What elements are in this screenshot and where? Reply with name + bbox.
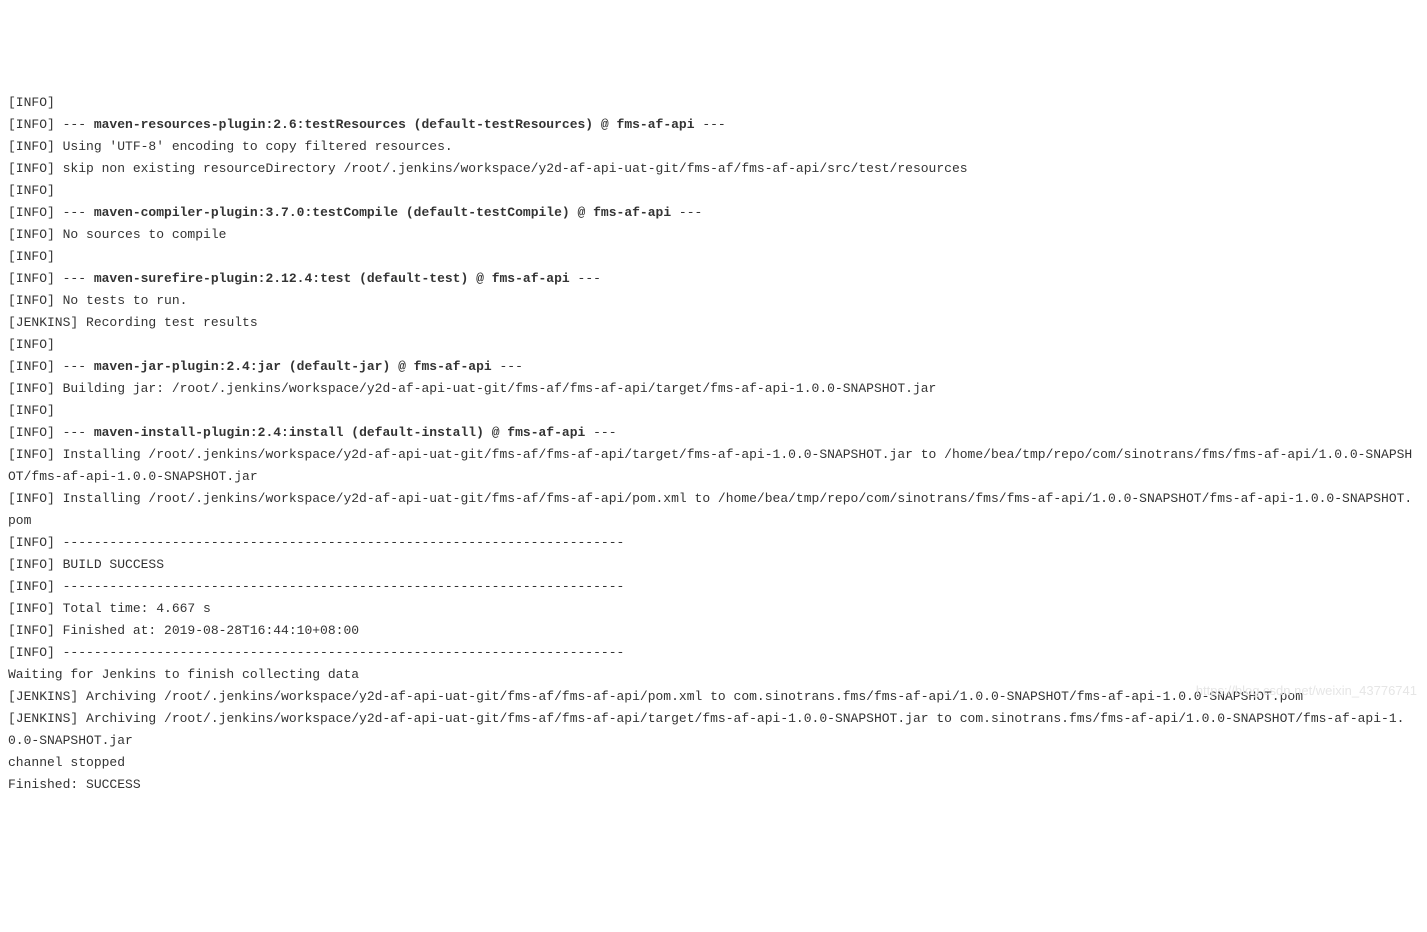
log-prefix: [INFO] bbox=[8, 359, 63, 374]
log-prefix: [INFO] bbox=[8, 579, 63, 594]
log-prefix: [INFO] bbox=[8, 337, 63, 352]
log-line: [INFO] bbox=[8, 334, 1419, 356]
log-line: Waiting for Jenkins to finish collecting… bbox=[8, 664, 1419, 686]
log-line: [INFO] ---------------------------------… bbox=[8, 576, 1419, 598]
log-text: ----------------------------------------… bbox=[63, 645, 625, 660]
log-prefix: [INFO] bbox=[8, 139, 63, 154]
log-text: --- bbox=[63, 117, 94, 132]
log-text: Total time: 4.667 s bbox=[63, 601, 211, 616]
log-line: [INFO] Finished at: 2019-08-28T16:44:10+… bbox=[8, 620, 1419, 642]
log-line: [INFO] bbox=[8, 92, 1419, 114]
log-line: channel stopped bbox=[8, 752, 1419, 774]
log-text: Using 'UTF-8' encoding to copy filtered … bbox=[63, 139, 453, 154]
log-line: [INFO] --- maven-jar-plugin:2.4:jar (def… bbox=[8, 356, 1419, 378]
log-line: [INFO] --- maven-resources-plugin:2.6:te… bbox=[8, 114, 1419, 136]
log-line: [INFO] Building jar: /root/.jenkins/work… bbox=[8, 378, 1419, 400]
log-prefix: [JENKINS] bbox=[8, 315, 86, 330]
log-plugin-goal: maven-surefire-plugin:2.12.4:test (defau… bbox=[94, 271, 570, 286]
log-line: [JENKINS] Archiving /root/.jenkins/works… bbox=[8, 686, 1419, 708]
log-plugin-goal: maven-jar-plugin:2.4:jar (default-jar) @… bbox=[94, 359, 492, 374]
log-line: [INFO] No sources to compile bbox=[8, 224, 1419, 246]
log-text: --- bbox=[63, 359, 94, 374]
log-line: [INFO] Installing /root/.jenkins/workspa… bbox=[8, 488, 1419, 532]
log-line: [INFO] bbox=[8, 246, 1419, 268]
log-prefix: [INFO] bbox=[8, 557, 63, 572]
log-prefix: [INFO] bbox=[8, 117, 63, 132]
log-line: [INFO] skip non existing resourceDirecto… bbox=[8, 158, 1419, 180]
console-output: [INFO] [INFO] --- maven-resources-plugin… bbox=[8, 92, 1419, 796]
log-prefix: [INFO] bbox=[8, 271, 63, 286]
log-text: --- bbox=[695, 117, 726, 132]
log-text: Building jar: /root/.jenkins/workspace/y… bbox=[63, 381, 937, 396]
log-prefix: [INFO] bbox=[8, 293, 63, 308]
log-text: BUILD SUCCESS bbox=[63, 557, 164, 572]
log-plugin-goal: maven-install-plugin:2.4:install (defaul… bbox=[94, 425, 585, 440]
log-line: [INFO] ---------------------------------… bbox=[8, 642, 1419, 664]
log-text: ----------------------------------------… bbox=[63, 579, 625, 594]
log-text: --- bbox=[492, 359, 523, 374]
log-text: --- bbox=[585, 425, 616, 440]
log-text: Installing /root/.jenkins/workspace/y2d-… bbox=[8, 491, 1412, 528]
log-prefix: [INFO] bbox=[8, 183, 63, 198]
log-prefix: [JENKINS] bbox=[8, 689, 86, 704]
log-line: [JENKINS] Recording test results bbox=[8, 312, 1419, 334]
log-line: [INFO] No tests to run. bbox=[8, 290, 1419, 312]
log-text: --- bbox=[63, 205, 94, 220]
log-line: [INFO] BUILD SUCCESS bbox=[8, 554, 1419, 576]
log-prefix: [INFO] bbox=[8, 645, 63, 660]
log-text: channel stopped bbox=[8, 755, 125, 770]
log-text: ----------------------------------------… bbox=[63, 535, 625, 550]
log-line: [INFO] Total time: 4.667 s bbox=[8, 598, 1419, 620]
log-plugin-goal: maven-resources-plugin:2.6:testResources… bbox=[94, 117, 695, 132]
log-text: No sources to compile bbox=[63, 227, 227, 242]
log-prefix: [INFO] bbox=[8, 535, 63, 550]
log-prefix: [INFO] bbox=[8, 381, 63, 396]
log-prefix: [INFO] bbox=[8, 491, 63, 506]
log-text: Waiting for Jenkins to finish collecting… bbox=[8, 667, 359, 682]
log-text: Archiving /root/.jenkins/workspace/y2d-a… bbox=[86, 689, 1303, 704]
log-text: Finished at: 2019-08-28T16:44:10+08:00 bbox=[63, 623, 359, 638]
log-prefix: [INFO] bbox=[8, 249, 63, 264]
log-line: [INFO] --- maven-compiler-plugin:3.7.0:t… bbox=[8, 202, 1419, 224]
log-prefix: [INFO] bbox=[8, 425, 63, 440]
log-line: [INFO] Installing /root/.jenkins/workspa… bbox=[8, 444, 1419, 488]
log-text: --- bbox=[63, 271, 94, 286]
log-prefix: [INFO] bbox=[8, 601, 63, 616]
log-text: skip non existing resourceDirectory /roo… bbox=[63, 161, 968, 176]
log-prefix: [INFO] bbox=[8, 95, 63, 110]
log-prefix: [JENKINS] bbox=[8, 711, 86, 726]
log-text: Installing /root/.jenkins/workspace/y2d-… bbox=[8, 447, 1412, 484]
log-text: Archiving /root/.jenkins/workspace/y2d-a… bbox=[8, 711, 1404, 748]
log-line: [INFO] bbox=[8, 400, 1419, 422]
log-text: Finished: SUCCESS bbox=[8, 777, 141, 792]
log-prefix: [INFO] bbox=[8, 227, 63, 242]
log-prefix: [INFO] bbox=[8, 447, 63, 462]
log-text: Recording test results bbox=[86, 315, 258, 330]
log-line: [INFO] Using 'UTF-8' encoding to copy fi… bbox=[8, 136, 1419, 158]
log-text: No tests to run. bbox=[63, 293, 188, 308]
log-line: [JENKINS] Archiving /root/.jenkins/works… bbox=[8, 708, 1419, 752]
log-prefix: [INFO] bbox=[8, 205, 63, 220]
log-line: Finished: SUCCESS bbox=[8, 774, 1419, 796]
log-line: [INFO] bbox=[8, 180, 1419, 202]
log-line: [INFO] ---------------------------------… bbox=[8, 532, 1419, 554]
log-prefix: [INFO] bbox=[8, 403, 63, 418]
log-text: --- bbox=[570, 271, 601, 286]
log-line: [INFO] --- maven-surefire-plugin:2.12.4:… bbox=[8, 268, 1419, 290]
log-text: --- bbox=[671, 205, 702, 220]
log-prefix: [INFO] bbox=[8, 623, 63, 638]
log-plugin-goal: maven-compiler-plugin:3.7.0:testCompile … bbox=[94, 205, 671, 220]
log-text: --- bbox=[63, 425, 94, 440]
log-line: [INFO] --- maven-install-plugin:2.4:inst… bbox=[8, 422, 1419, 444]
log-prefix: [INFO] bbox=[8, 161, 63, 176]
